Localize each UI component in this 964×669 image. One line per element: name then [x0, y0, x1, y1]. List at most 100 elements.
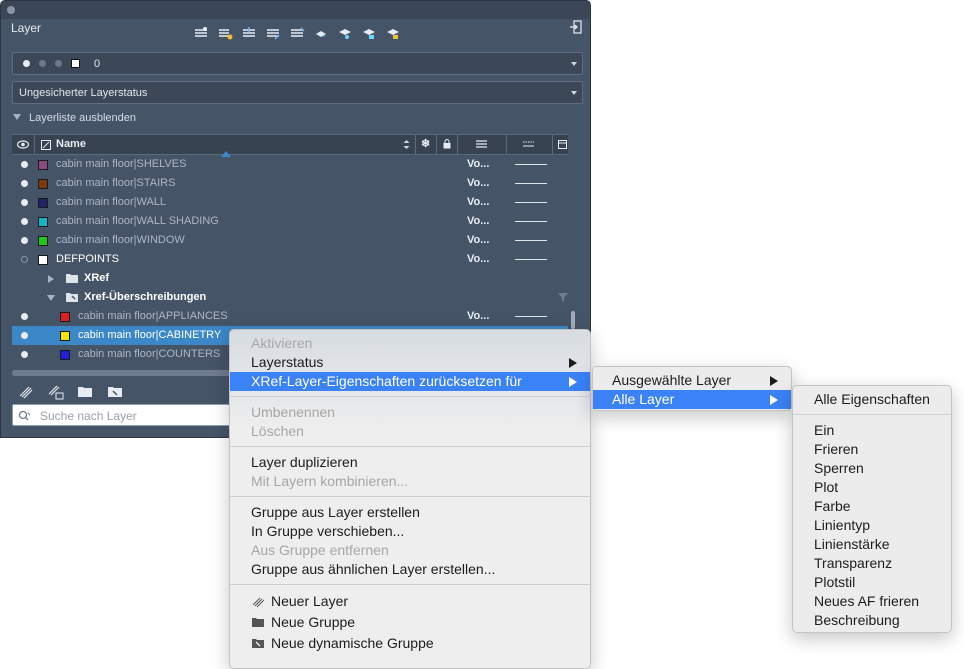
menu-item-transparenz[interactable]: Transparenz [793, 554, 951, 573]
menu-item-neue-gruppe[interactable]: Neue Gruppe [230, 613, 590, 634]
menu-item-loeschen[interactable]: Löschen [230, 422, 590, 441]
layer-off-icon[interactable] [336, 24, 354, 41]
on-bulb-icon[interactable] [21, 180, 28, 187]
layer-color-swatch[interactable] [60, 312, 70, 322]
layer-stack-icon[interactable] [192, 24, 210, 41]
group-row-xref[interactable]: XRef [12, 269, 568, 288]
new-layer-vp-icon[interactable] [47, 384, 65, 400]
menu-item-aktivieren[interactable]: Aktivieren [230, 334, 590, 353]
menu-item-neues-af-frieren[interactable]: Neues AF frieren [793, 592, 951, 611]
table-row[interactable]: cabin main floor|WALL Vo... [12, 193, 568, 212]
menu-item-xref-reset[interactable]: XRef-Layer-Eigenschaften zurücksetzen fü… [230, 372, 590, 391]
palette-bottom-toolbar [17, 384, 125, 400]
menu-item-label: Neue Gruppe [271, 614, 356, 630]
menu-item-label: Beschreibung [814, 612, 900, 628]
menu-item-linienstaerke[interactable]: Linienstärke [793, 535, 951, 554]
menu-item-label: Neues AF frieren [814, 593, 920, 609]
layer-color-swatch[interactable] [60, 350, 70, 360]
menu-item-gruppe-erstellen[interactable]: Gruppe aus Layer erstellen [230, 503, 590, 522]
exit-icon[interactable] [569, 19, 583, 35]
menu-item-alle-layer[interactable]: Alle Layer [593, 390, 791, 409]
on-bulb-icon[interactable] [21, 332, 28, 339]
table-row[interactable]: cabin main floor|WALL SHADING Vo... [12, 212, 568, 231]
column-visibility[interactable] [12, 135, 35, 154]
menu-item-plotstil[interactable]: Plotstil [793, 573, 951, 592]
layer-unlock-icon[interactable] [384, 24, 402, 41]
menu-item-ein[interactable]: Ein [793, 421, 951, 440]
table-row[interactable]: cabin main floor|SHELVES Vo... [12, 155, 568, 174]
new-layer-icon[interactable] [17, 384, 35, 400]
layer-color-swatch[interactable] [38, 198, 48, 208]
submenu-arrow-icon [569, 358, 577, 368]
layer-search-field[interactable]: Suche nach Layer [12, 404, 252, 426]
column-extra[interactable] [552, 135, 568, 154]
column-lock[interactable] [436, 135, 458, 154]
menu-item-alle-eigenschaften[interactable]: Alle Eigenschaften [793, 390, 951, 409]
column-freeze[interactable]: ❄ [415, 135, 437, 154]
menu-item-umbenennen[interactable]: Umbenennen [230, 403, 590, 422]
lineweight-icon [476, 140, 487, 148]
column-color[interactable] [457, 135, 507, 154]
layer-match-icon[interactable] [264, 24, 282, 41]
menu-item-frieren[interactable]: Frieren [793, 440, 951, 459]
hide-layer-list-label: Layerliste ausblenden [29, 112, 137, 124]
on-bulb-icon[interactable] [21, 313, 28, 320]
menu-item-neue-dynamische-gruppe[interactable]: Neue dynamische Gruppe [230, 634, 590, 655]
current-layer-dropdown[interactable]: 0 [12, 52, 583, 75]
disclosure-triangle-icon[interactable] [47, 295, 55, 301]
layer-lock-icon[interactable] [360, 24, 378, 41]
layer-color-swatch[interactable] [38, 236, 48, 246]
table-row[interactable]: cabin main floor|APPLIANCES Vo... [12, 307, 568, 326]
menu-item-aehnliche-gruppe[interactable]: Gruppe aus ähnlichen Layer erstellen... [230, 560, 590, 579]
hide-layer-list-toggle[interactable]: Layerliste ausblenden [13, 112, 136, 124]
new-group-icon[interactable] [77, 384, 95, 400]
disclosure-triangle-icon[interactable] [48, 275, 54, 283]
palette-titlebar[interactable] [1, 1, 590, 19]
layer-color-swatch[interactable] [38, 179, 48, 189]
off-bulb-icon[interactable] [21, 256, 28, 263]
on-bulb-icon[interactable] [21, 161, 28, 168]
layer-color-swatch[interactable] [38, 255, 48, 265]
menu-item-label: Plot [814, 479, 839, 495]
new-dynamic-group-icon[interactable] [107, 384, 125, 400]
menu-item-plot[interactable]: Plot [793, 478, 951, 497]
layer-merge-icon[interactable] [240, 24, 258, 41]
layer-state-dropdown[interactable]: Ungesicherter Layerstatus [12, 81, 583, 104]
menu-item-ausgewaehlte-layer[interactable]: Ausgewählte Layer [593, 371, 791, 390]
layer-freeze-icon[interactable]: * [312, 24, 330, 41]
layer-edit-icon[interactable] [216, 24, 234, 41]
menu-item-neuer-layer[interactable]: Neuer Layer [230, 592, 590, 613]
table-row[interactable]: DEFPOINTS Vo... [12, 250, 568, 269]
menu-item-aus-gruppe[interactable]: Aus Gruppe entfernen [230, 541, 590, 560]
linetype-sample [515, 183, 547, 184]
layer-color-swatch[interactable] [38, 217, 48, 227]
layer-color-swatch[interactable] [38, 160, 48, 170]
on-bulb-icon[interactable] [21, 237, 28, 244]
menu-item-duplizieren[interactable]: Layer duplizieren [230, 453, 590, 472]
group-row-xref-overrides[interactable]: Xref-Überschreibungen [12, 288, 568, 307]
folder-icon [252, 618, 264, 627]
column-linetype[interactable] [506, 135, 553, 154]
menu-item-beschreibung[interactable]: Beschreibung [793, 611, 951, 630]
columns-icon [558, 140, 567, 149]
on-bulb-icon[interactable] [21, 199, 28, 206]
menu-item-linientyp[interactable]: Linientyp [793, 516, 951, 535]
menu-item-sperren[interactable]: Sperren [793, 459, 951, 478]
svg-text:*: * [322, 33, 325, 40]
table-row[interactable]: cabin main floor|STAIRS Vo... [12, 174, 568, 193]
horizontal-scrollbar[interactable] [12, 370, 242, 376]
layer-color-swatch[interactable] [60, 331, 70, 341]
layer-previous-icon[interactable] [288, 24, 306, 41]
on-bulb-icon[interactable] [21, 351, 28, 358]
menu-item-farbe[interactable]: Farbe [793, 497, 951, 516]
menu-item-label: Sperren [814, 460, 864, 476]
menu-item-in-gruppe[interactable]: In Gruppe verschieben... [230, 522, 590, 541]
menu-item-kombinieren[interactable]: Mit Layern kombinieren... [230, 472, 590, 491]
on-bulb-icon[interactable] [21, 218, 28, 225]
table-row[interactable]: cabin main floor|WINDOW Vo... [12, 231, 568, 250]
freeze-status-icon [55, 60, 62, 67]
on-bulb-icon [23, 60, 30, 67]
vertical-scrollbar[interactable] [571, 311, 575, 329]
menu-item-layerstatus[interactable]: Layerstatus [230, 353, 590, 372]
close-dot-icon[interactable] [7, 6, 15, 14]
